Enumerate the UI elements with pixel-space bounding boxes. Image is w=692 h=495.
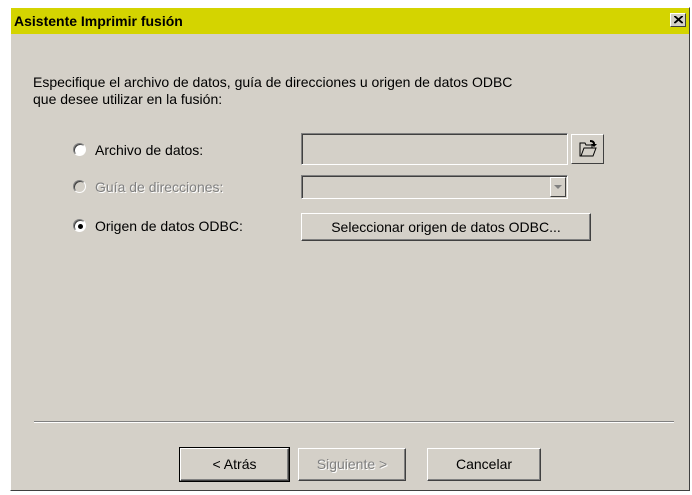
title-bar[interactable]: Asistente Imprimir fusión [11,8,689,34]
print-merge-wizard-dialog: Asistente Imprimir fusión Especifique el… [10,7,690,491]
browse-button[interactable] [571,134,604,164]
radio-archivo-de-datos[interactable] [73,143,86,156]
radio-label-odbc[interactable]: Origen de datos ODBC: [95,218,243,234]
guia-de-direcciones-combo [301,175,568,199]
next-button: Siguiente > [298,448,406,481]
radio-label-archivo[interactable]: Archivo de datos: [95,142,203,158]
instruction-line-1: Especifique el archivo de datos, guía de… [33,74,513,90]
instruction-line-2: que desee utilizar en la fusión: [33,91,223,107]
select-odbc-source-button[interactable]: Seleccionar origen de datos ODBC... [301,213,591,241]
chevron-down-icon [554,185,562,189]
cancel-button[interactable]: Cancelar [427,448,541,481]
instruction-text: Especifique el archivo de datos, guía de… [33,74,633,108]
close-button[interactable] [670,13,686,27]
footer-separator [34,421,674,423]
radio-origen-datos-odbc[interactable] [73,219,86,232]
radio-selected-dot [78,224,83,229]
archivo-de-datos-field [301,133,568,165]
window-title: Asistente Imprimir fusión [14,13,183,29]
folder-open-icon [579,140,597,157]
combo-dropdown-button [550,177,566,197]
back-button[interactable]: < Atrás [179,447,290,482]
radio-label-guia: Guía de direcciones: [95,179,224,195]
radio-guia-de-direcciones [73,180,86,193]
close-icon [674,16,683,24]
